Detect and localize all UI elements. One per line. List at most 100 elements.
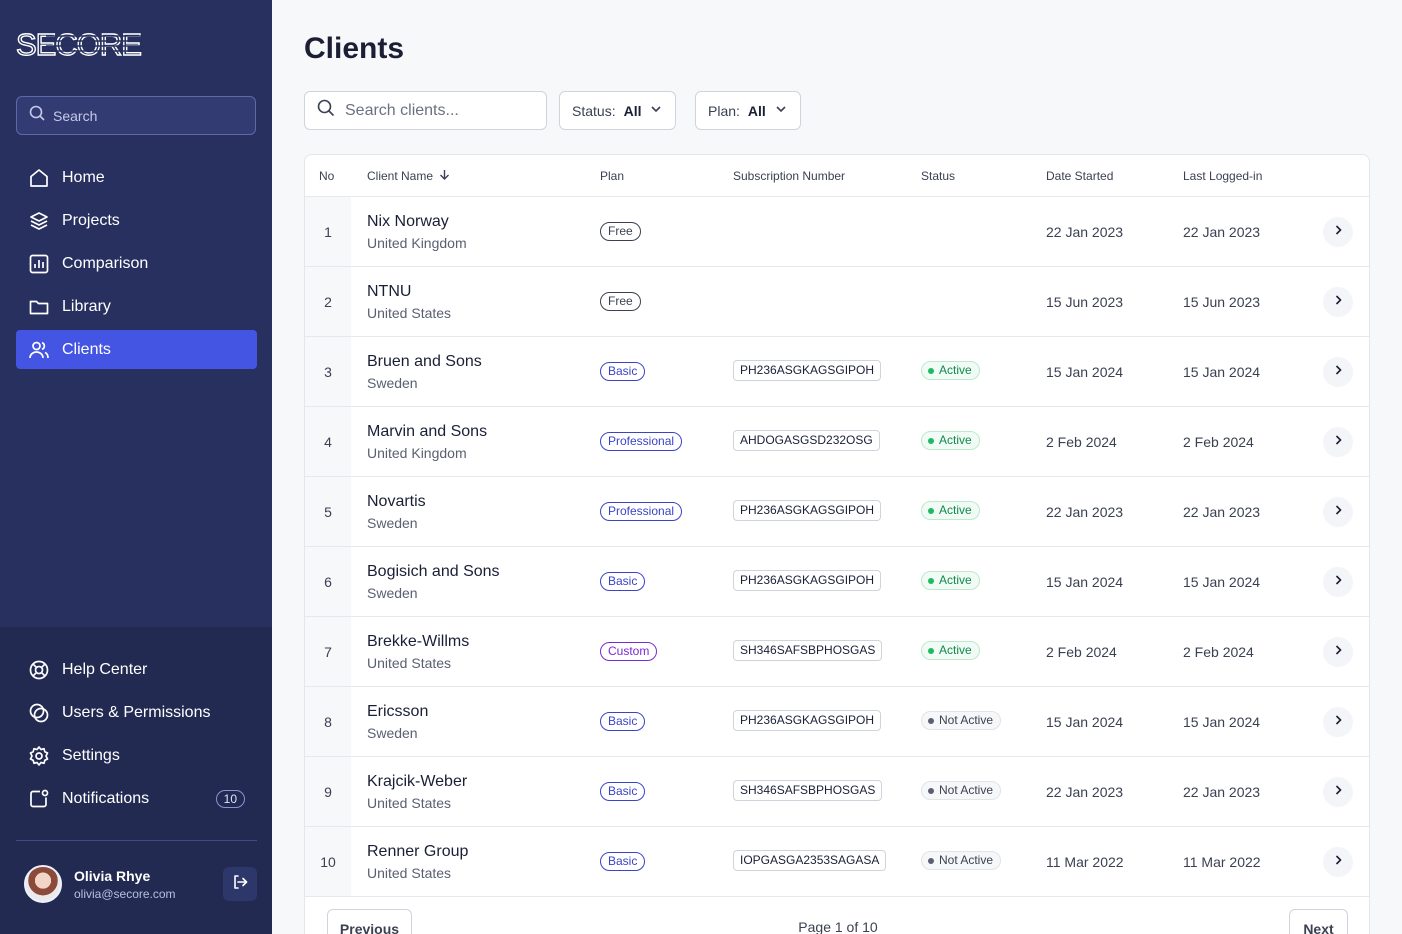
nav-item-help-center[interactable]: Help Center xyxy=(16,650,257,689)
clients-search-input[interactable]: Search clients... xyxy=(304,91,547,130)
col-header-client-name[interactable]: Client Name xyxy=(367,169,450,183)
next-button[interactable]: Next xyxy=(1289,909,1348,934)
plan-filter-dropdown[interactable]: Plan: All xyxy=(695,91,801,130)
row-open-button[interactable] xyxy=(1323,567,1353,597)
subscription-number: AHDOGASGSD232OSG xyxy=(733,430,880,451)
plan-badge: Professional xyxy=(600,502,683,521)
nav-item-home[interactable]: Home xyxy=(16,158,257,197)
last-logged-in: 15 Jan 2024 xyxy=(1183,714,1261,730)
row-open-button[interactable] xyxy=(1323,287,1353,317)
date-started: 2 Feb 2024 xyxy=(1046,434,1117,450)
plan-badge: Professional xyxy=(600,432,683,451)
status-filter-dropdown[interactable]: Status: All xyxy=(559,91,677,130)
table-row[interactable]: 10 Renner Group United States Basic IOPGASGA… xyxy=(305,827,1369,897)
last-logged-in: 22 Jan 2023 xyxy=(1183,224,1261,240)
chevron-down-icon xyxy=(649,102,663,119)
chevron-right-icon xyxy=(1332,363,1344,381)
lifebuoy-icon xyxy=(28,659,50,681)
row-open-button[interactable] xyxy=(1323,637,1353,667)
nav-label-projects: Projects xyxy=(62,211,120,229)
last-logged-in: 22 Jan 2023 xyxy=(1183,504,1261,520)
last-logged-in: 15 Jun 2023 xyxy=(1183,294,1261,310)
sidebar: SECORE Search Home Projects Comparison L… xyxy=(0,0,272,934)
table-row[interactable]: 7 Brekke-Willms United States Custom SH346SA… xyxy=(305,617,1369,687)
row-open-button[interactable] xyxy=(1323,217,1353,247)
secore-logo[interactable]: SECORE xyxy=(16,28,146,60)
nav-item-users-permissions[interactable]: Users & Permissions xyxy=(16,693,257,732)
nav-item-library[interactable]: Library xyxy=(16,287,257,326)
status-badge: Not Active xyxy=(921,781,1002,800)
table-row[interactable]: 9 Krajcik-Weber United States Basic SH346SAF… xyxy=(305,757,1369,827)
col-header-subscription: Subscription Number xyxy=(733,169,846,183)
table-row[interactable]: 8 Ericsson Sweden Basic PH236ASGKAGSGIPOH Not… xyxy=(305,687,1369,757)
row-open-button[interactable] xyxy=(1323,357,1353,387)
subscription-number: PH236ASGKAGSGIPOH xyxy=(733,710,882,731)
row-number: 4 xyxy=(305,407,351,476)
table-row[interactable]: 3 Bruen and Sons Sweden Basic PH236ASGKAGSGI… xyxy=(305,337,1369,407)
plan-badge: Free xyxy=(600,222,641,241)
row-open-button[interactable] xyxy=(1323,777,1353,807)
date-started: 11 Mar 2022 xyxy=(1046,854,1124,870)
nav-item-comparison[interactable]: Comparison xyxy=(16,244,257,283)
client-name: Krajcik-Weber xyxy=(367,773,468,790)
last-logged-in: 2 Feb 2024 xyxy=(1183,434,1254,450)
status-text: Not Active xyxy=(939,853,994,867)
status-text: Active xyxy=(939,363,972,377)
row-number: 3 xyxy=(305,337,351,406)
plan-badge: Free xyxy=(600,292,641,311)
layers-icon xyxy=(28,210,50,232)
row-open-button[interactable] xyxy=(1323,497,1353,527)
secondary-nav: Help Center Users & Permissions Settings… xyxy=(16,650,257,822)
status-dot xyxy=(928,647,934,654)
row-open-button[interactable] xyxy=(1323,427,1353,457)
status-dot xyxy=(928,367,934,374)
nav-item-notifications[interactable]: Notifications 10 xyxy=(16,779,257,818)
sidebar-search-input[interactable]: Search xyxy=(16,96,256,135)
last-logged-in: 22 Jan 2023 xyxy=(1183,784,1261,800)
status-badge: Active xyxy=(921,641,980,660)
row-number: 8 xyxy=(305,687,351,756)
last-logged-in: 11 Mar 2022 xyxy=(1183,854,1261,870)
user-email: olivia@secore.com xyxy=(74,886,176,901)
plan-badge: Basic xyxy=(600,572,646,591)
chevron-right-icon xyxy=(1332,503,1344,521)
table-row[interactable]: 6 Bogisich and Sons Sweden Basic PH236ASGKAG… xyxy=(305,547,1369,617)
table-row[interactable]: 1 Nix Norway United Kingdom Free 22 Jan 2023… xyxy=(305,197,1369,267)
chevron-right-icon xyxy=(1332,643,1344,661)
status-badge: Not Active xyxy=(921,851,1002,870)
client-name: Brekke-Willms xyxy=(367,633,470,650)
row-number: 5 xyxy=(305,477,351,546)
status-dot xyxy=(928,857,934,864)
status-badge: Active xyxy=(921,501,980,520)
client-country: United States xyxy=(367,795,452,811)
plan-badge: Custom xyxy=(600,642,658,661)
status-dot xyxy=(928,787,934,794)
status-filter-label: Status: xyxy=(572,102,616,119)
nav-item-settings[interactable]: Settings xyxy=(16,736,257,775)
row-open-button[interactable] xyxy=(1323,707,1353,737)
client-name: Novartis xyxy=(367,493,426,510)
nav-item-projects[interactable]: Projects xyxy=(16,201,257,240)
row-open-button[interactable] xyxy=(1323,847,1353,877)
date-started: 15 Jan 2024 xyxy=(1046,574,1124,590)
client-name: Bogisich and Sons xyxy=(367,563,500,580)
logout-button[interactable] xyxy=(223,867,257,901)
user-profile[interactable]: Olivia Rhye olivia@secore.com xyxy=(24,864,257,904)
status-badge: Active xyxy=(921,571,980,590)
table-row[interactable]: 2 NTNU United States Free 15 Jun 2023 15 Jun … xyxy=(305,267,1369,337)
client-country: Sweden xyxy=(367,375,418,391)
nav-label-help-center: Help Center xyxy=(62,660,148,678)
subscription-number: SH346SAFSBPHOSGAS xyxy=(733,640,883,661)
last-logged-in: 15 Jan 2024 xyxy=(1183,574,1261,590)
status-text: Active xyxy=(939,433,972,447)
client-country: Sweden xyxy=(367,585,418,601)
notifications-count-badge: 10 xyxy=(215,789,245,808)
table-row[interactable]: 4 Marvin and Sons United Kingdom Profession… xyxy=(305,407,1369,477)
clients-search-placeholder: Search clients... xyxy=(345,101,459,119)
nav-item-clients[interactable]: Clients xyxy=(16,330,257,369)
sidebar-search-placeholder: Search xyxy=(53,107,98,124)
table-row[interactable]: 5 Novartis Sweden Professional PH236ASGKAGSG… xyxy=(305,477,1369,547)
client-name: Marvin and Sons xyxy=(367,423,488,440)
permissions-icon xyxy=(28,702,50,724)
row-number: 6 xyxy=(305,547,351,616)
